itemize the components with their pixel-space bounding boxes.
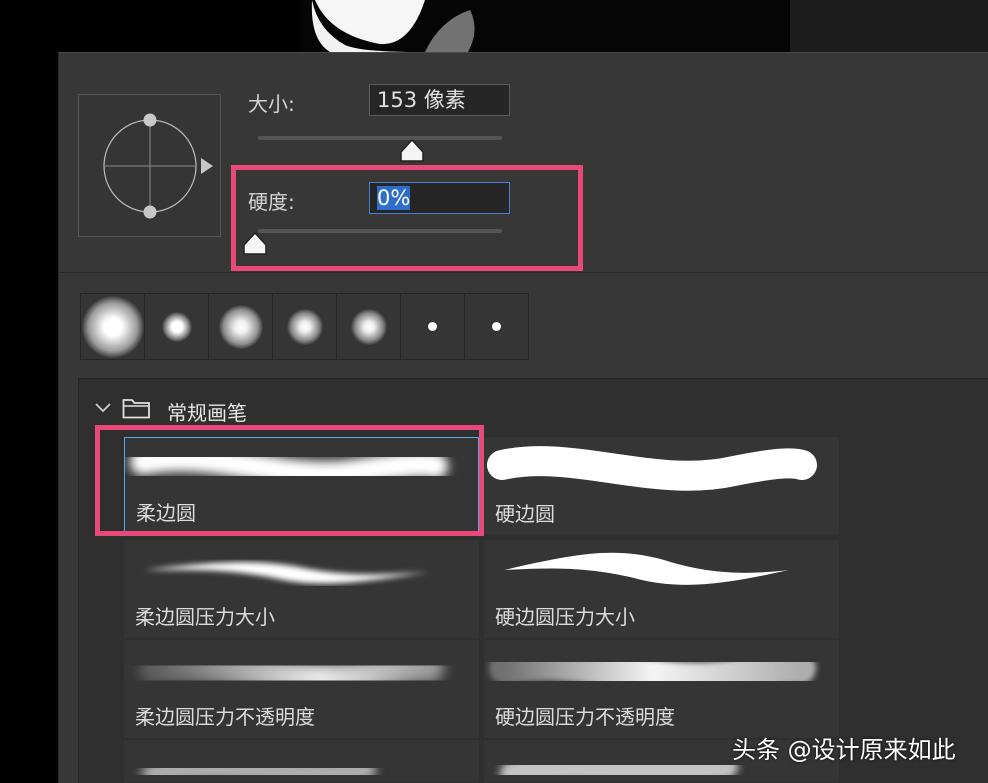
brush-label: 硬边圆 xyxy=(495,502,555,526)
size-input[interactable]: 153 像素 xyxy=(369,84,510,116)
soft-tip-icon xyxy=(218,304,263,349)
angle-roundness-widget[interactable] xyxy=(79,95,220,236)
section-divider xyxy=(58,272,988,273)
brush-label: 硬边圆压力大小 xyxy=(495,605,635,629)
hard-tip-icon xyxy=(428,322,437,331)
hard-taper-stroke-preview xyxy=(504,552,789,585)
soft-tip-icon xyxy=(81,295,144,358)
canvas-strip xyxy=(0,0,988,52)
size-slider-thumb[interactable] xyxy=(399,139,425,163)
brush-tip-7[interactable] xyxy=(465,294,528,359)
brush-tip-strip xyxy=(80,293,529,360)
brush-label: 柔边圆压力大小 xyxy=(135,605,275,629)
brush-tip-1[interactable] xyxy=(81,294,145,359)
brush-label: 柔边圆压力不透明度 xyxy=(135,705,315,729)
brush-item-soft-round-pressure-size[interactable]: 柔边圆压力大小 xyxy=(124,540,479,638)
brush-label: 硬边圆压力不透明度 xyxy=(495,705,675,729)
soft-round-highlight-box xyxy=(95,425,484,536)
brush-item-hard-round-pressure-size[interactable]: 硬边圆压力大小 xyxy=(484,540,839,638)
folder-name: 常规画笔 xyxy=(167,401,247,425)
soft-taper-stroke-preview xyxy=(144,562,429,584)
brush-tip-3[interactable] xyxy=(209,294,273,359)
soft-stroke-preview xyxy=(142,756,376,782)
chevron-down-icon[interactable] xyxy=(95,402,111,414)
hard-opacity-stroke-preview xyxy=(489,647,816,697)
hard-tip-icon xyxy=(492,322,501,331)
watermark: 头条 @设计原来如此 xyxy=(732,736,956,764)
soft-tip-icon xyxy=(161,311,192,342)
brush-tip-2[interactable] xyxy=(145,294,209,359)
size-label: 大小: xyxy=(248,92,295,116)
size-slider-track[interactable] xyxy=(258,136,502,140)
brush-item-hard-round-pressure-opacity[interactable]: 硬边圆压力不透明度 xyxy=(484,640,839,738)
brush-angle-preview[interactable] xyxy=(78,94,221,237)
brush-tip-6[interactable] xyxy=(401,294,465,359)
soft-tip-icon xyxy=(286,308,323,345)
brush-item-hard-round[interactable]: 硬边圆 xyxy=(484,437,839,535)
brush-item-partial[interactable] xyxy=(124,740,479,782)
brush-tip-4[interactable] xyxy=(273,294,337,359)
folder-icon xyxy=(122,399,150,419)
brush-item-soft-round-pressure-opacity[interactable]: 柔边圆压力不透明度 xyxy=(124,640,479,738)
soft-tip-icon xyxy=(350,308,387,345)
brush-tip-5[interactable] xyxy=(337,294,401,359)
hardness-highlight-box xyxy=(231,165,583,271)
soft-opacity-stroke-preview xyxy=(139,652,444,694)
